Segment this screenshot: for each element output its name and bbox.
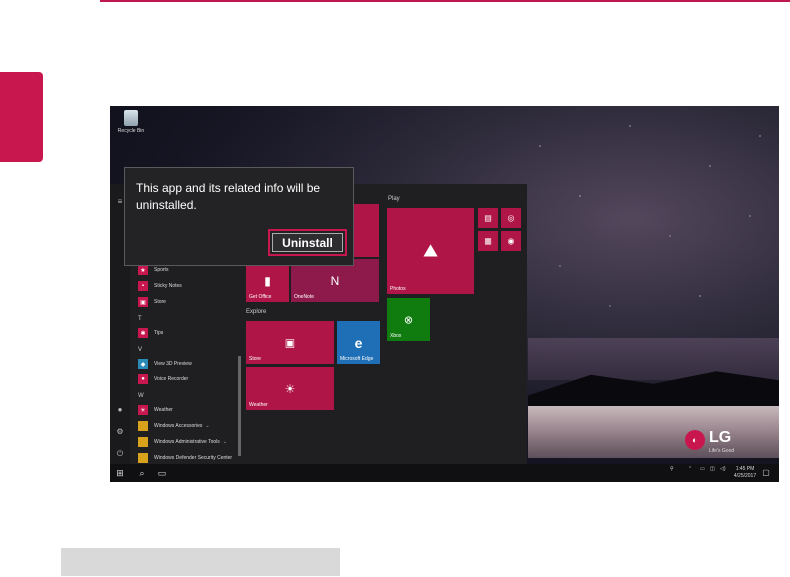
dialog-message: This app and its related info will be un…	[136, 181, 321, 212]
app-label: Voice Recorder	[154, 376, 189, 382]
tile-movies[interactable]: ▤	[478, 208, 498, 228]
chapter-tab	[0, 72, 43, 162]
folder-icon	[138, 453, 148, 463]
list-item-weather[interactable]: ☀ Weather	[138, 404, 242, 416]
clock-time: 1:45 PM	[735, 466, 755, 472]
people-icon[interactable]: ⚲	[670, 466, 674, 472]
battery-icon[interactable]: ▭	[700, 466, 705, 472]
tile-xbox[interactable]: ⊗ Xbox	[387, 298, 430, 341]
user-icon[interactable]: ●	[114, 404, 126, 416]
tile-store[interactable]: ▣ Store	[246, 321, 334, 364]
taskbar-clock[interactable]: 1:45 PM 4/25/2017	[730, 466, 760, 480]
tile-calculator[interactable]: ▦	[478, 231, 498, 251]
list-item-voice-recorder[interactable]: ● Voice Recorder	[138, 373, 242, 385]
desktop-screenshot: Recycle Bin ≡ ● ⚙ ⏻ ★ Sports ▪ Sticky No…	[110, 106, 779, 482]
group-label-explore: Explore	[246, 309, 267, 315]
windows-start-icon[interactable]: ⊞	[114, 467, 126, 479]
recycle-bin[interactable]: Recycle Bin	[116, 110, 146, 134]
edge-icon: e	[354, 334, 363, 351]
recycle-bin-label: Recycle Bin	[117, 128, 145, 134]
caption-placeholder-bar	[61, 548, 340, 576]
app-label: Sticky Notes	[154, 283, 182, 289]
app-label: View 3D Preview	[154, 361, 192, 367]
list-item-windows-accessories[interactable]: Windows Accessories ⌄	[138, 420, 242, 432]
list-item-windows-admin-tools[interactable]: Windows Administrative Tools ⌄	[138, 436, 242, 448]
office-icon: ▮	[264, 273, 271, 288]
app-label: Weather	[154, 407, 173, 413]
webcam-icon: ◉	[507, 236, 515, 246]
lg-tagline: Life's Good	[709, 448, 735, 454]
uninstall-button[interactable]: Uninstall	[268, 229, 347, 256]
folder-icon	[138, 437, 148, 447]
microphone-icon: ●	[138, 374, 148, 384]
store-icon: ▣	[138, 297, 148, 307]
shopping-bag-icon: ▣	[284, 337, 296, 349]
taskbar: ⊞ ⌕ ▭ ⚲ ⌃ ▭ ◫ ◁) 1:45 PM 4/25/2017 ▢	[110, 464, 779, 482]
recycle-bin-icon	[124, 110, 138, 126]
app-label: Windows Defender Security Center	[154, 455, 233, 461]
search-icon[interactable]: ⌕	[136, 467, 148, 479]
settings-gear-icon[interactable]: ⚙	[114, 426, 126, 438]
tips-icon: ✱	[138, 328, 148, 338]
tile-groove[interactable]: ◎	[501, 208, 521, 228]
network-icon[interactable]: ◫	[710, 466, 715, 472]
volume-icon[interactable]: ◁)	[720, 466, 726, 472]
photo-icon: ⛰	[422, 240, 439, 261]
list-item-sticky-notes[interactable]: ▪ Sticky Notes	[138, 280, 242, 292]
clock-date: 4/25/2017	[733, 473, 757, 479]
section-letter-v[interactable]: V	[138, 347, 142, 353]
app-label: Windows Accessories	[154, 423, 203, 429]
onenote-icon: N	[330, 273, 340, 288]
calculator-icon: ▦	[484, 236, 492, 246]
clapper-icon: ▤	[484, 213, 492, 223]
group-label-play: Play	[388, 196, 400, 202]
uninstall-button-label: Uninstall	[272, 233, 343, 252]
task-view-icon[interactable]: ▭	[156, 467, 168, 479]
app-label: Tips	[154, 330, 164, 336]
app-label: Windows Administrative Tools	[154, 439, 220, 445]
uninstall-dialog: This app and its related info will be un…	[124, 167, 354, 266]
lg-wordmark: LG	[709, 429, 732, 446]
tile-weather[interactable]: ☀ Weather	[246, 367, 334, 410]
weather-icon: ☀	[138, 405, 148, 415]
action-center-icon[interactable]: ▢	[760, 467, 772, 479]
tile-microsoft-edge[interactable]: e Microsoft Edge	[337, 321, 380, 364]
horizon-glow	[528, 338, 779, 380]
section-letter-t[interactable]: T	[138, 316, 142, 322]
lg-logo-icon: ◐	[685, 430, 705, 450]
sun-icon: ☀	[284, 381, 296, 396]
header-rule	[100, 0, 790, 2]
view-3d-icon: ◆	[138, 359, 148, 369]
sports-icon: ★	[138, 265, 148, 275]
disc-icon: ◎	[507, 213, 515, 223]
chevron-up-icon[interactable]: ⌃	[688, 466, 692, 472]
power-icon[interactable]: ⏻	[114, 448, 126, 460]
chevron-down-icon: ⌄	[222, 439, 227, 445]
xbox-icon: ⊗	[403, 314, 414, 326]
app-list-scrollbar[interactable]	[238, 356, 241, 456]
sticky-notes-icon: ▪	[138, 281, 148, 291]
app-label: Store	[154, 299, 166, 305]
list-item-view-3d-preview[interactable]: ◆ View 3D Preview	[138, 358, 242, 370]
app-label: Sports	[154, 267, 169, 273]
section-letter-w[interactable]: W	[138, 393, 144, 399]
lg-logo: ◐ LG Life's Good	[685, 428, 745, 458]
list-item-windows-defender[interactable]: Windows Defender Security Center	[138, 452, 242, 464]
list-item-tips[interactable]: ✱ Tips	[138, 327, 242, 339]
chevron-down-icon: ⌄	[205, 423, 210, 429]
tile-camera[interactable]: ◉	[501, 231, 521, 251]
tile-photos[interactable]: ⛰ Photos	[387, 208, 474, 294]
folder-icon	[138, 421, 148, 431]
list-item-store[interactable]: ▣ Store	[138, 296, 242, 308]
